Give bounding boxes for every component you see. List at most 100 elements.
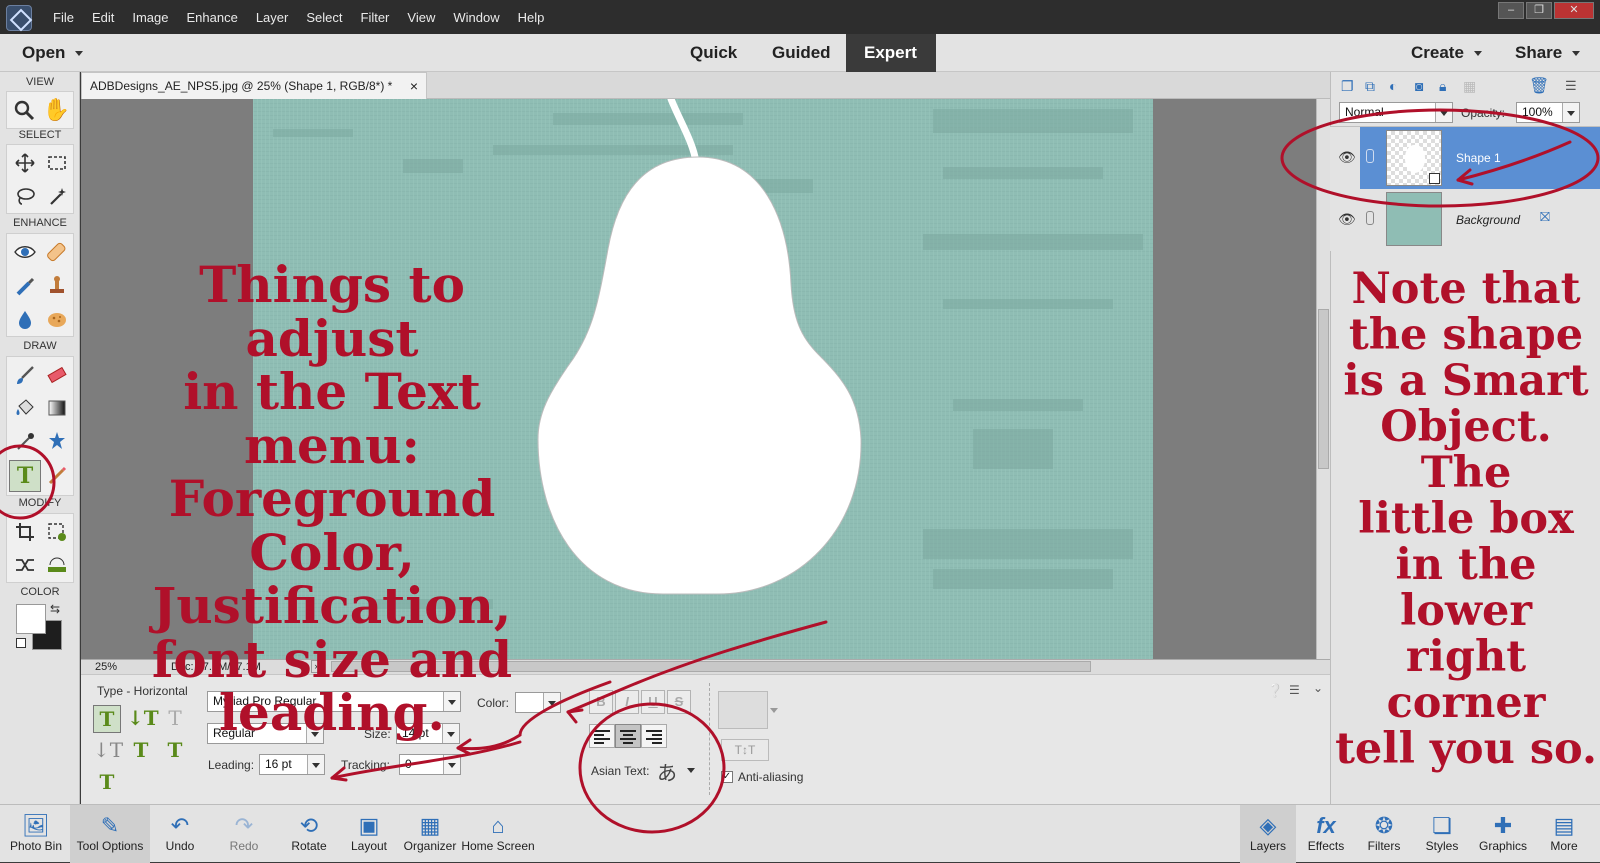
layer-name[interactable]: Shape 1 <box>1456 151 1501 165</box>
rotate-button[interactable]: ⟲ Rotate <box>278 805 340 863</box>
bold-button[interactable]: B <box>589 690 613 714</box>
layer-name[interactable]: Background <box>1456 213 1520 227</box>
close-window-button[interactable]: ✕ <box>1554 2 1594 19</box>
tab-expert[interactable]: Expert <box>846 34 936 72</box>
anti-aliasing-checkbox[interactable]: ✓ <box>721 771 733 783</box>
menu-select[interactable]: Select <box>297 10 351 25</box>
lock-all-icon[interactable]: 🔒︎ <box>1439 78 1446 95</box>
layer-thumbnail[interactable] <box>1386 130 1442 186</box>
graphics-button[interactable]: ✚ Graphics <box>1472 805 1534 863</box>
sponge-tool-icon[interactable] <box>43 305 71 333</box>
warp-text-button[interactable] <box>718 691 768 729</box>
share-button[interactable]: Share <box>1515 43 1581 63</box>
menu-view[interactable]: View <box>398 10 444 25</box>
vertical-mask-type-icon[interactable]: ↓T <box>93 737 123 765</box>
lock-transparency-icon[interactable]: ▦ <box>1463 78 1476 95</box>
content-aware-move-icon[interactable] <box>11 551 39 579</box>
visibility-eye-icon[interactable]: 👁︎ <box>1332 127 1358 189</box>
tool-options-button[interactable]: ✎ Tool Options <box>70 805 150 863</box>
blend-mode-select[interactable]: Normal <box>1339 102 1453 123</box>
color-picker-icon[interactable] <box>11 427 39 455</box>
delete-layer-icon[interactable]: 🗑︎ <box>1529 76 1549 96</box>
menu-filter[interactable]: Filter <box>352 10 399 25</box>
foreground-color-swatch[interactable] <box>16 604 46 634</box>
tab-guided[interactable]: Guided <box>754 34 849 72</box>
menu-file[interactable]: File <box>44 10 83 25</box>
leading-select[interactable]: 16 pt <box>259 754 325 775</box>
layout-button[interactable]: ▣ Layout <box>342 805 396 863</box>
document-tab[interactable]: ADBDesigns_AE_NPS5.jpg @ 25% (Shape 1, R… <box>81 72 427 99</box>
underline-button[interactable]: U <box>641 690 665 714</box>
type-tool-icon[interactable]: T <box>9 460 41 492</box>
create-button[interactable]: Create <box>1411 43 1482 63</box>
smart-brush-icon[interactable] <box>11 272 39 300</box>
pencil-tool-icon[interactable] <box>43 461 71 489</box>
layer-mask-icon[interactable]: ◙ <box>1415 78 1423 94</box>
layers-menu-icon[interactable]: ☰ <box>1565 78 1577 94</box>
menu-layer[interactable]: Layer <box>247 10 298 25</box>
menu-help[interactable]: Help <box>509 10 554 25</box>
zoom-tool-icon[interactable] <box>10 96 38 124</box>
redo-button[interactable]: ↷ Redo <box>214 805 274 863</box>
eraser-tool-icon[interactable] <box>43 361 71 389</box>
recompose-tool-icon[interactable] <box>43 518 71 546</box>
magic-wand-icon[interactable] <box>43 182 71 210</box>
more-button[interactable]: ▤ More <box>1536 805 1592 863</box>
gradient-tool-icon[interactable] <box>43 394 71 422</box>
strikethrough-button[interactable]: S <box>667 690 691 714</box>
brush-tool-icon[interactable] <box>11 361 39 389</box>
adjustment-layer-icon[interactable]: ◐ <box>1389 78 1397 94</box>
align-center-button[interactable] <box>615 724 641 748</box>
marquee-tool-icon[interactable] <box>43 149 71 177</box>
lasso-tool-icon[interactable] <box>11 182 39 210</box>
collapse-chevron-icon[interactable]: ⌄ <box>1313 681 1323 695</box>
hand-tool-icon[interactable]: ✋ <box>43 96 71 124</box>
align-left-button[interactable] <box>589 724 615 748</box>
vertical-scroll-thumb[interactable] <box>1318 309 1329 469</box>
blur-tool-icon[interactable] <box>11 305 39 333</box>
clone-stamp-icon[interactable] <box>43 272 71 300</box>
close-document-icon[interactable]: × <box>410 73 418 99</box>
panel-menu-icon[interactable]: ☰ <box>1289 683 1300 697</box>
visibility-eye-icon[interactable]: 👁︎ <box>1332 189 1358 251</box>
menu-image[interactable]: Image <box>123 10 177 25</box>
filters-button[interactable]: ❂ Filters <box>1356 805 1412 863</box>
new-group-icon[interactable]: ⧉ <box>1365 78 1375 95</box>
text-orientation-button[interactable]: T↕T <box>721 739 769 761</box>
minimize-button[interactable]: – <box>1498 2 1524 19</box>
open-button[interactable]: Open <box>22 43 84 63</box>
background-lock-icon[interactable]: ⛝ <box>1540 209 1550 225</box>
menu-enhance[interactable]: Enhance <box>178 10 247 25</box>
tracking-select[interactable]: 0 <box>399 754 461 775</box>
italic-button[interactable]: I <box>615 690 639 714</box>
layer-row[interactable]: 👁︎ Background ⛝ <box>1330 189 1600 251</box>
spot-healing-icon[interactable] <box>43 238 71 266</box>
move-tool-icon[interactable] <box>11 149 39 177</box>
layer-link-icon[interactable] <box>1366 149 1374 163</box>
crop-tool-icon[interactable] <box>11 518 39 546</box>
align-right-button[interactable] <box>641 724 667 748</box>
layer-link-icon[interactable] <box>1366 211 1374 225</box>
red-eye-tool-icon[interactable] <box>11 238 39 266</box>
text-on-shape-icon[interactable]: T <box>161 737 189 765</box>
text-on-selection-icon[interactable]: T <box>127 737 155 765</box>
layer-row[interactable]: 👁︎ Shape 1 <box>1330 127 1600 189</box>
layer-thumbnail[interactable] <box>1386 192 1442 246</box>
paint-bucket-icon[interactable] <box>11 394 39 422</box>
photo-bin-button[interactable]: 🖼︎ Photo Bin <box>4 805 68 863</box>
opacity-select[interactable]: 100% <box>1516 102 1580 123</box>
menu-window[interactable]: Window <box>444 10 508 25</box>
text-on-path-icon[interactable]: T <box>93 769 121 797</box>
maximize-button[interactable]: ❐ <box>1526 2 1552 19</box>
tab-quick[interactable]: Quick <box>672 34 755 72</box>
asian-text-dropdown-icon[interactable] <box>687 768 695 773</box>
help-icon[interactable]: ❔ <box>1267 683 1283 699</box>
undo-button[interactable]: ↶ Undo <box>150 805 210 863</box>
asian-text-icon[interactable]: あ <box>657 757 677 786</box>
default-colors-icon[interactable] <box>16 638 26 648</box>
custom-shape-icon[interactable] <box>43 427 71 455</box>
new-layer-icon[interactable]: ❐ <box>1341 78 1354 95</box>
effects-button[interactable]: fx Effects <box>1298 805 1354 863</box>
layers-button[interactable]: ◈ Layers <box>1240 805 1296 863</box>
straighten-tool-icon[interactable] <box>43 551 71 579</box>
